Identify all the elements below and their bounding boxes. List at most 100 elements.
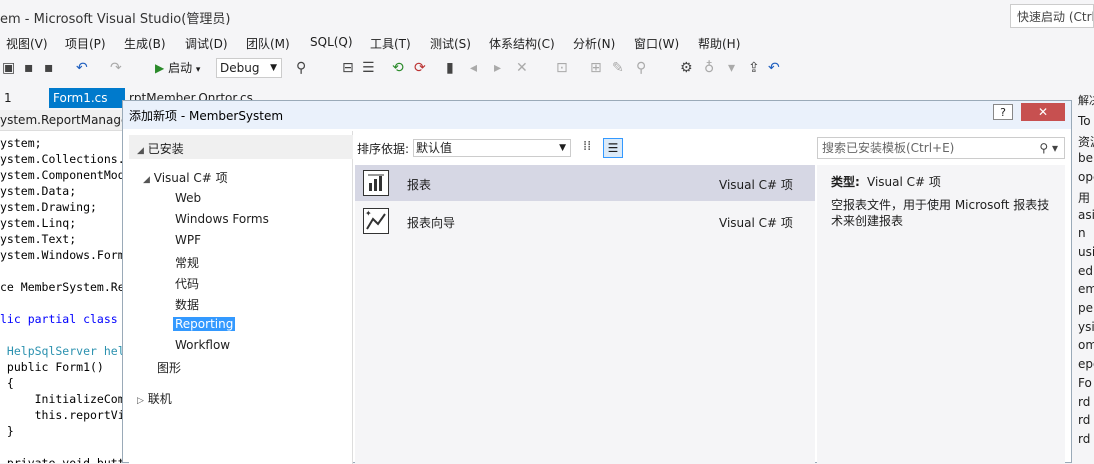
menu-team[interactable]: 团队(M) [246,35,290,52]
solution-explorer-item[interactable]: 资源 [1078,133,1094,150]
help-button[interactable]: ? [993,104,1013,120]
code-line: ystem.Text; [0,232,77,246]
start-button[interactable]: ▶ 启动 ▾ [155,59,200,76]
save-all-icon[interactable]: ▪ [44,60,54,76]
tree-item-online[interactable]: ▷ 联机 [137,390,172,407]
expand-icon: ◢ [137,146,144,156]
new-project-icon[interactable]: ▣ [2,60,15,76]
item-name: 报表 [407,178,432,192]
menu-window[interactable]: 窗口(W) [634,35,679,52]
list-item-report[interactable]: 报表 Visual C# 项 [355,165,815,201]
bookmark-prev-icon[interactable]: ◂ [470,60,477,76]
list-item-report-wizard[interactable]: ✦ 报表向导 Visual C# 项 [355,203,815,239]
solution-explorer-item[interactable]: To [1078,114,1091,128]
uncomment-icon[interactable]: ⊞ [590,60,602,76]
sort-select[interactable]: 默认值 ▼ [413,139,571,157]
collapse-icon: ▷ [137,396,144,406]
attach-icon[interactable]: ⟲ [392,60,404,76]
tree-item-code[interactable]: 代码 [175,275,199,292]
solution-explorer-item[interactable]: om [1078,338,1094,352]
menu-view[interactable]: 视图(V) [6,35,48,52]
solution-explorer-item[interactable]: usin [1078,245,1094,259]
bookmark-next-icon[interactable]: ▸ [494,60,501,76]
code-line: ystem.Collections. [0,152,122,166]
dialog-title-bar: 添加新项 - MemberSystem ? ✕ [123,101,1071,129]
template-search-input[interactable]: 搜索已安装模板(Ctrl+E) ⚲ ▾ [817,137,1065,159]
tree-item-general[interactable]: 常规 [175,254,199,271]
code-line: ystem.ComponentMod [0,168,122,182]
tree-item-web[interactable]: Web [175,191,201,205]
tree-item-graphics[interactable]: 图形 [157,359,181,376]
bookmark-icon[interactable]: ▮ [446,60,454,76]
tab-1[interactable]: 1 [0,88,16,108]
menu-build[interactable]: 生成(B) [124,35,166,52]
solution-explorer-item[interactable]: ber [1078,151,1094,165]
tab-form1-cs[interactable]: Form1.cs [49,88,125,108]
item-details: 类型: Visual C# 项 空报表文件，用于使用 Microsoft 报表技… [817,165,1065,464]
find-icon[interactable]: ⚲ [296,60,306,76]
tree-installed-header[interactable]: ◢ 已安装 [129,135,353,159]
redo-icon[interactable]: ↷ [110,60,122,76]
solution-explorer-item[interactable]: em [1078,282,1094,296]
tree-item-data[interactable]: 数据 [175,296,199,313]
menu-sql[interactable]: SQL(Q) [310,35,353,49]
step-down-icon[interactable]: ▾ [728,60,735,76]
detach-icon[interactable]: ⟳ [414,60,426,76]
save-icon[interactable]: ▪ [24,60,34,76]
tree-item-reporting[interactable]: Reporting [173,317,236,331]
menu-test[interactable]: 测试(S) [430,35,471,52]
upload-icon[interactable]: ⇪ [748,60,760,76]
editor-nav-bar[interactable]: ystem.ReportManage.F [0,110,139,131]
menu-architecture[interactable]: 体系结构(C) [489,35,555,52]
solution-explorer-item[interactable]: asic [1078,208,1094,222]
tree-item-visual-csharp[interactable]: ◢ Visual C# 项 [143,169,228,186]
code-line: public Form1() [0,360,104,374]
close-button[interactable]: ✕ [1021,103,1065,121]
layout-icon[interactable]: ⊟ [342,60,354,76]
template-tree: ◢ 已安装 ◢ Visual C# 项 Web Windows Forms WP… [129,131,353,464]
quick-launch-input[interactable]: 快速启动 (Ctrl [1010,4,1094,28]
code-editor[interactable]: ystem; ystem.Collections. ystem.ComponentM… [0,110,122,463]
code-line: ystem; [0,136,42,150]
solution-explorer-item[interactable]: ysic [1078,320,1094,334]
tree-installed-label: 已安装 [147,142,184,156]
solution-explorer-item[interactable]: rd [1078,395,1090,409]
dialog-title: 添加新项 - MemberSystem [129,109,284,123]
solution-explorer-item[interactable]: rd [1078,432,1090,446]
menu-help[interactable]: 帮助(H) [698,35,740,52]
format-icon[interactable]: ☰ [362,60,375,76]
title-bar: em - Microsoft Visual Studio(管理员) [0,0,1094,32]
solution-explorer-item[interactable]: 用 [1078,189,1090,206]
tree-item-windows-forms[interactable]: Windows Forms [175,212,269,226]
comment-icon[interactable]: ⊡ [556,60,568,76]
zoom-icon[interactable]: ⚲ [636,60,646,76]
menu-tools[interactable]: 工具(T) [370,35,411,52]
config-value: Debug [220,61,260,75]
menu-project[interactable]: 项目(P) [65,35,106,52]
solution-explorer-item[interactable]: edB [1078,264,1094,278]
solution-explorer-item[interactable]: rd [1078,413,1090,427]
undo-icon[interactable]: ↶ [76,60,88,76]
solution-explorer-item[interactable]: n [1078,226,1086,240]
add-new-item-dialog: 添加新项 - MemberSystem ? ✕ ◢ 已安装 ◢ Visual C… [122,100,1072,464]
pin-icon[interactable]: ✎ [612,60,624,76]
item-name: 报表向导 [407,216,456,230]
bookmark-clear-icon[interactable]: ✕ [516,60,528,76]
tree-item-workflow[interactable]: Workflow [175,338,230,352]
tree-item-wpf[interactable]: WPF [175,233,201,247]
grid-view-icon[interactable]: ⁞⁞ [583,139,591,154]
solution-config-select[interactable]: Debug ▼ [216,58,282,78]
code-line: HelpSqlServer hel [0,344,122,358]
solution-explorer-item[interactable]: per [1078,301,1094,315]
menu-analyze[interactable]: 分析(N) [573,35,615,52]
list-view-icon[interactable]: ☰ [603,138,623,158]
solution-explorer-item[interactable]: epo [1078,357,1094,371]
item-type: Visual C# 项 [719,178,793,192]
extension-icon[interactable]: ⚙ [680,60,693,76]
solution-explorer-item[interactable]: ope [1078,170,1094,184]
solution-explorer-item[interactable]: Fo [1078,376,1092,390]
solution-explorer-panel: 解决方案资源管理 To 资源ber ope 用 asic n usin edB em per ysi… [1075,88,1094,463]
refresh-icon[interactable]: ↶ [768,60,780,76]
step-icon[interactable]: ♁ [704,60,714,76]
menu-debug[interactable]: 调试(D) [185,35,228,52]
